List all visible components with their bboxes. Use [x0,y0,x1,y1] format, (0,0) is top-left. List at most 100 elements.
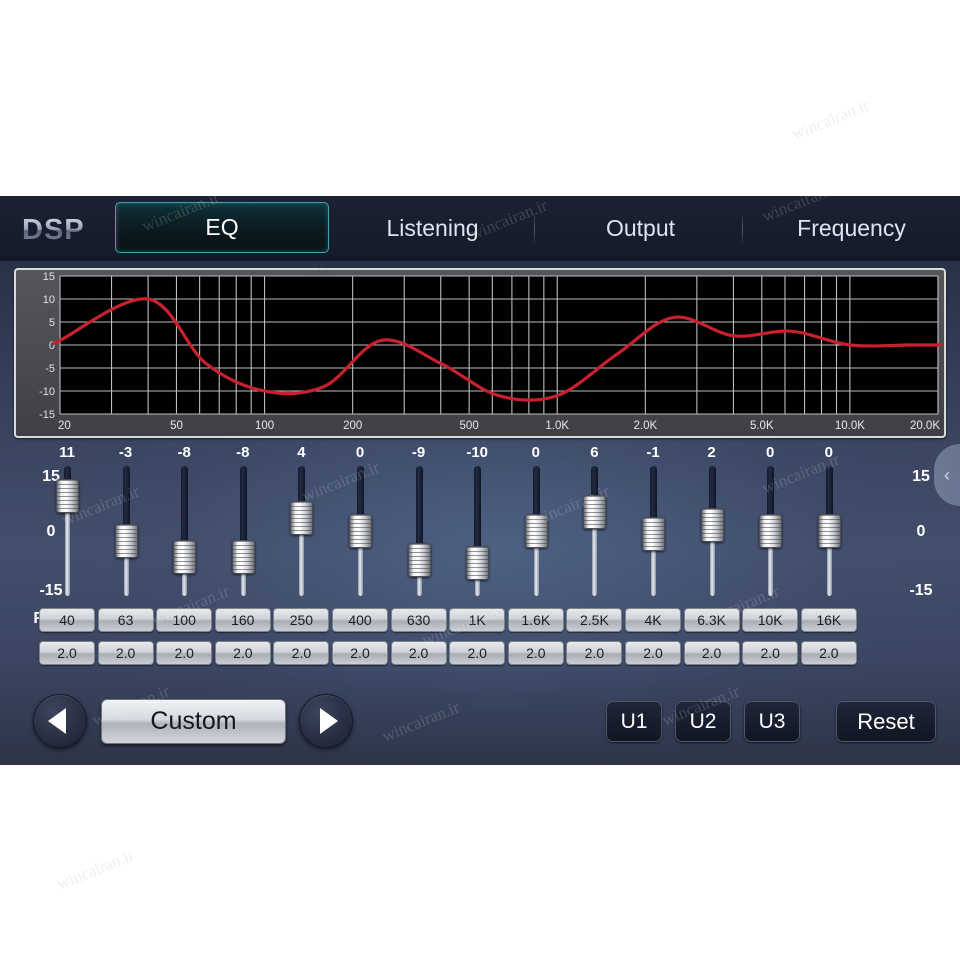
tab-listening[interactable]: Listening [330,202,535,254]
slider-track-lower [533,542,539,596]
slider-thumb[interactable] [817,514,841,548]
band-gain-slider-5[interactable] [278,466,324,596]
slider-thumb[interactable] [407,542,431,577]
band-fc-cell-4[interactable]: 160 [214,608,271,632]
preset-name-button[interactable]: Custom [101,699,286,744]
slider-thumb[interactable] [290,501,314,536]
tab-eq[interactable]: EQ [115,202,329,253]
band-gain-slider-11[interactable] [630,466,676,596]
next-preset-button[interactable] [299,694,353,748]
band-gain-value-9: 0 [531,444,540,461]
fc-q-table: FC:Q:402.0632.01002.01602.02502.04002.06… [0,604,960,688]
band-fc-cell-2[interactable]: 63 [97,608,154,632]
tab-frequency[interactable]: Frequency [748,202,955,254]
band-gain-value-13: 0 [766,444,775,461]
band-q-cell-13[interactable]: 2.0 [742,641,799,665]
band-gain-value-4: -8 [236,444,250,461]
preset-u1-button[interactable]: U1 [606,701,662,742]
band-gain-slider-10[interactable] [571,466,617,596]
band-fc-cell-13[interactable]: 10K [742,608,799,632]
band-q-cell-2[interactable]: 2.0 [97,641,154,665]
band-q-cell-11[interactable]: 2.0 [625,641,681,665]
band-q-cell-8[interactable]: 2.0 [449,641,506,665]
y-axis-tick-label: 15 [43,271,55,283]
band-fc-cell-1[interactable]: 40 [39,608,95,632]
band-q-cell-12[interactable]: 2.0 [683,641,740,665]
dsp-logo: DSP [22,210,112,250]
band-q-cell-4[interactable]: 2.0 [214,641,271,665]
reset-button[interactable]: Reset [836,701,936,742]
band-fc-cell-6[interactable]: 400 [332,608,388,632]
eq-slider-bank: 15 15 0 0 -15 -15 11 -3 -8 -8 4 0 -9 -10 0 6 -1 2 0 0 [0,444,960,604]
preset-u2-button[interactable]: U2 [675,701,731,742]
band-q-cell-9[interactable]: 2.0 [507,641,564,665]
watermark: wincairan.ir [54,845,138,894]
band-q-cell-5[interactable]: 2.0 [273,641,330,665]
band-gain-slider-8[interactable] [454,466,500,596]
band-gain-slider-6[interactable] [337,466,383,596]
band-q-cell-10[interactable]: 2.0 [566,641,623,665]
slider-track-upper [122,466,130,530]
band-q-cell-6[interactable]: 2.0 [332,641,388,665]
screenshot-root: DSP EQ Listening Output Frequency 15 10 5 0… [0,0,960,960]
bottom-toolbar: Custom U1 U2 U3 Reset [0,688,960,765]
y-axis-tick-label: -15 [39,409,55,421]
y-axis-tick-label: 5 [49,317,55,329]
preset-u3-button[interactable]: U3 [744,701,800,742]
band-q-cell-1[interactable]: 2.0 [39,641,95,665]
band-q-cell-7[interactable]: 2.0 [390,641,447,665]
band-fc-cell-8[interactable]: 1K [449,608,506,632]
dsp-app-panel: DSP EQ Listening Output Frequency 15 10 5 0… [0,196,960,765]
band-gain-slider-3[interactable] [161,466,207,596]
band-gain-slider-1[interactable] [44,466,90,596]
slider-track-lower [358,542,363,596]
slider-track-lower [592,522,598,596]
band-fc-cell-5[interactable]: 250 [273,608,330,632]
slider-track-lower [123,551,129,596]
x-axis-tick-label: 200 [343,420,362,432]
y-axis-tick-label: 10 [43,294,55,306]
slider-thumb[interactable] [524,514,548,548]
band-gain-value-12: 2 [707,444,716,461]
slider-thumb[interactable] [173,539,197,574]
band-fc-cell-14[interactable]: 16K [800,608,857,632]
slider-thumb[interactable] [759,514,783,548]
band-gain-slider-14[interactable] [806,466,852,596]
slider-thumb[interactable] [231,539,255,574]
band-gain-value-1: 11 [59,444,75,461]
band-gain-slider-12[interactable] [689,466,735,596]
band-gain-value-5: 4 [297,444,306,461]
band-fc-cell-10[interactable]: 2.5K [566,608,623,632]
x-axis-tick-label: 20 [58,420,71,432]
band-fc-cell-11[interactable]: 4K [625,608,681,632]
prev-preset-button[interactable] [33,694,87,748]
slider-thumb[interactable] [466,546,490,580]
band-fc-cell-3[interactable]: 100 [156,608,213,632]
band-q-cell-14[interactable]: 2.0 [800,641,857,665]
slider-thumb[interactable] [700,507,724,542]
x-axis-tick-label: 100 [255,420,274,432]
slider-thumb[interactable] [114,523,138,558]
slider-thumb[interactable] [349,514,372,548]
slider-thumb[interactable] [583,494,607,529]
slider-track-lower [768,542,774,596]
band-gain-slider-13[interactable] [747,466,793,596]
band-gain-slider-2[interactable] [103,466,149,596]
band-gain-value-11: -1 [646,444,660,461]
slider-track-upper [650,466,657,524]
triangle-right-icon [320,708,338,734]
slider-thumb[interactable] [56,478,79,513]
band-fc-cell-12[interactable]: 6.3K [683,608,740,632]
eq-response-graph[interactable]: 15 10 5 0 -5 -10 -15 20 50 100 200 500 1.0K 2.0K 5.0K 1… [14,268,946,438]
band-gain-slider-4[interactable] [220,466,266,596]
tab-output[interactable]: Output [538,202,743,254]
x-axis-tick-label: 5.0K [750,420,774,432]
band-fc-cell-7[interactable]: 630 [390,608,447,632]
y-axis-tick-label: -5 [45,363,55,375]
band-gain-slider-7[interactable] [396,466,442,596]
band-q-cell-3[interactable]: 2.0 [156,641,213,665]
band-fc-cell-9[interactable]: 1.6K [507,608,564,632]
slider-thumb[interactable] [642,517,665,552]
slider-track-upper [181,466,189,546]
band-gain-slider-9[interactable] [513,466,559,596]
